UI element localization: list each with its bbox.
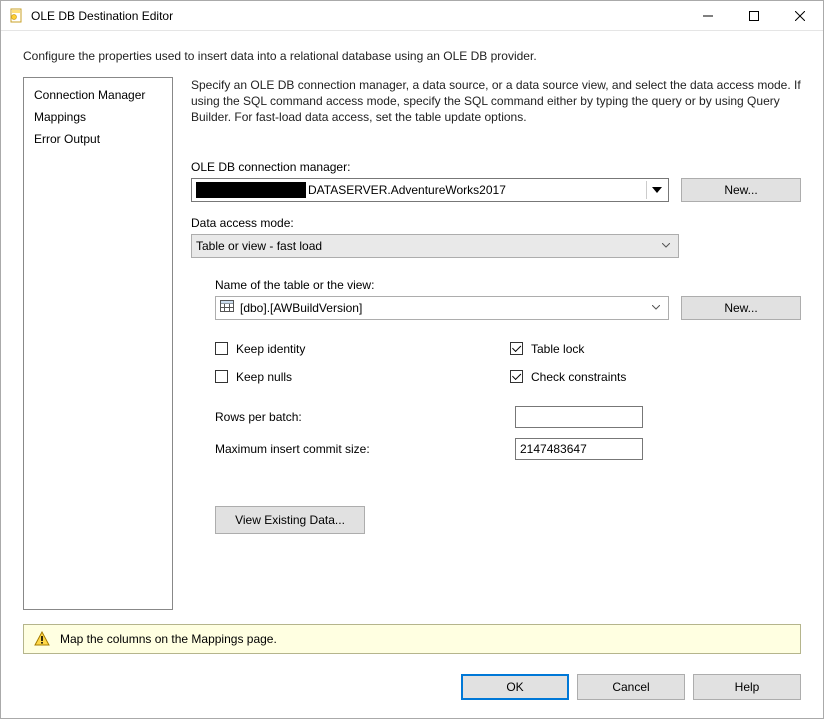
max-commit-size-input[interactable] bbox=[515, 438, 643, 460]
chevron-down-icon bbox=[646, 299, 666, 317]
connection-manager-dropdown[interactable]: DATASERVER.AdventureWorks2017 bbox=[191, 178, 669, 202]
keep-identity-checkbox[interactable]: Keep identity bbox=[215, 342, 510, 356]
warning-bar: Map the columns on the Mappings page. bbox=[23, 624, 801, 654]
check-constraints-label: Check constraints bbox=[531, 370, 626, 384]
content-panel: Specify an OLE DB connection manager, a … bbox=[183, 77, 801, 610]
description-text: Configure the properties used to insert … bbox=[1, 31, 823, 77]
checkbox-icon bbox=[510, 342, 523, 355]
chevron-down-icon bbox=[646, 181, 666, 199]
sidebar-nav: Connection Manager Mappings Error Output bbox=[23, 77, 173, 610]
checkbox-icon bbox=[510, 370, 523, 383]
warning-icon bbox=[34, 631, 50, 647]
sidebar-item-error-output[interactable]: Error Output bbox=[24, 128, 172, 150]
checkbox-icon bbox=[215, 342, 228, 355]
connection-manager-value: DATASERVER.AdventureWorks2017 bbox=[308, 183, 506, 197]
table-name-dropdown[interactable]: [dbo].[AWBuildVersion] bbox=[215, 296, 669, 320]
keep-identity-label: Keep identity bbox=[236, 342, 305, 356]
table-name-value: [dbo].[AWBuildVersion] bbox=[240, 301, 362, 315]
rows-per-batch-input[interactable] bbox=[515, 406, 643, 428]
rows-per-batch-label: Rows per batch: bbox=[215, 410, 515, 424]
keep-nulls-checkbox[interactable]: Keep nulls bbox=[215, 370, 510, 384]
table-lock-checkbox[interactable]: Table lock bbox=[510, 342, 626, 356]
access-mode-label: Data access mode: bbox=[191, 216, 801, 230]
instructions-text: Specify an OLE DB connection manager, a … bbox=[191, 77, 801, 126]
main-area: Connection Manager Mappings Error Output… bbox=[1, 77, 823, 610]
check-constraints-checkbox[interactable]: Check constraints bbox=[510, 370, 626, 384]
access-mode-dropdown[interactable]: Table or view - fast load bbox=[191, 234, 679, 258]
keep-nulls-label: Keep nulls bbox=[236, 370, 292, 384]
minimize-button[interactable] bbox=[685, 1, 731, 30]
maximize-button[interactable] bbox=[731, 1, 777, 30]
new-table-button[interactable]: New... bbox=[681, 296, 801, 320]
titlebar: OLE DB Destination Editor bbox=[1, 1, 823, 31]
connection-manager-label: OLE DB connection manager: bbox=[191, 160, 801, 174]
access-mode-value: Table or view - fast load bbox=[196, 239, 322, 253]
chevron-down-icon bbox=[656, 237, 676, 255]
checkbox-icon bbox=[215, 370, 228, 383]
max-commit-size-label: Maximum insert commit size: bbox=[215, 442, 515, 456]
sidebar-item-connection-manager[interactable]: Connection Manager bbox=[24, 84, 172, 106]
table-name-label: Name of the table or the view: bbox=[215, 278, 801, 292]
table-lock-label: Table lock bbox=[531, 342, 584, 356]
help-button[interactable]: Help bbox=[693, 674, 801, 700]
close-button[interactable] bbox=[777, 1, 823, 30]
ok-button[interactable]: OK bbox=[461, 674, 569, 700]
cancel-button[interactable]: Cancel bbox=[577, 674, 685, 700]
warning-text: Map the columns on the Mappings page. bbox=[60, 632, 277, 646]
server-prefix-redacted bbox=[196, 182, 306, 198]
new-connection-button[interactable]: New... bbox=[681, 178, 801, 202]
footer-buttons: OK Cancel Help bbox=[1, 654, 823, 718]
view-existing-data-button[interactable]: View Existing Data... bbox=[215, 506, 365, 534]
sidebar-item-mappings[interactable]: Mappings bbox=[24, 106, 172, 128]
window-root: OLE DB Destination Editor Configure the … bbox=[0, 0, 824, 719]
window-controls bbox=[685, 1, 823, 30]
window-title: OLE DB Destination Editor bbox=[31, 9, 685, 23]
table-icon bbox=[220, 300, 234, 315]
app-icon bbox=[9, 8, 25, 24]
